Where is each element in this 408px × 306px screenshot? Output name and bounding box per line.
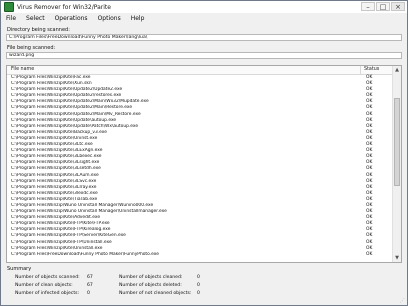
- column-separator[interactable]: [360, 66, 361, 74]
- menu-help[interactable]: Help: [126, 15, 150, 22]
- resize-grip-icon[interactable]: ⋰: [400, 298, 406, 304]
- status-cell: OK: [366, 251, 373, 257]
- directory-field: C:\Program Files\FreeDownload\Funny Phot…: [6, 34, 402, 41]
- file-label: File being scanned:: [7, 45, 56, 51]
- infected-label: Number of infected objects:: [15, 291, 80, 296]
- menu-operations[interactable]: Operations: [50, 15, 93, 22]
- vertical-scrollbar[interactable]: ▲ ▼: [392, 66, 401, 262]
- file-field: wizard.png: [6, 52, 402, 59]
- scroll-thumb[interactable]: [394, 98, 400, 186]
- table-header: File name Status: [7, 66, 394, 75]
- column-file-name[interactable]: File name: [11, 67, 34, 72]
- table-row[interactable]: C:\Program Files\FreeDownload\Funny Phot…: [7, 252, 394, 258]
- column-status[interactable]: Status: [364, 67, 379, 72]
- directory-label: Directory being scanned:: [7, 27, 70, 33]
- scan-results-table: File name Status C:\Program Files\Winzip…: [6, 65, 402, 263]
- menu-file[interactable]: File: [1, 15, 21, 22]
- app-icon: [4, 2, 14, 12]
- summary-title: Summary: [7, 266, 32, 272]
- menu-options[interactable]: Options: [93, 15, 126, 22]
- window-controls: – □ ×: [361, 2, 405, 11]
- clean-value: 67: [87, 283, 93, 288]
- menu-select[interactable]: Select: [21, 15, 50, 22]
- cleaned-value: 0: [197, 275, 200, 280]
- close-button[interactable]: ×: [391, 2, 405, 11]
- scanned-label: Number of objects scanned:: [15, 275, 80, 280]
- not-cleaned-value: 0: [197, 291, 200, 296]
- title-bar[interactable]: Virus Remover for Win32/Parite – □ ×: [1, 1, 407, 13]
- scanned-value: 67: [87, 275, 93, 280]
- window-title: Virus Remover for Win32/Parite: [17, 3, 111, 11]
- scroll-down-icon[interactable]: ▼: [393, 254, 401, 262]
- cleaned-label: Number of objects cleaned:: [119, 275, 183, 280]
- maximize-button[interactable]: □: [376, 2, 390, 11]
- deleted-value: 0: [197, 283, 200, 288]
- menu-bar: File Select Operations Options Help: [1, 13, 407, 23]
- app-window: Virus Remover for Win32/Parite – □ × Fil…: [0, 0, 408, 306]
- deleted-label: Number of objects deleted:: [119, 283, 182, 288]
- file-path-cell: C:\Program Files\FreeDownload\Funny Phot…: [11, 251, 159, 257]
- clean-label: Number of clean objects:: [15, 283, 73, 288]
- minimize-button[interactable]: –: [361, 2, 375, 11]
- table-body: C:\Program Files\Winzip\Kite\Fac.exe OK C:…: [7, 75, 394, 258]
- infected-value: 0: [87, 291, 90, 296]
- scroll-up-icon[interactable]: ▲: [393, 66, 401, 74]
- not-cleaned-label: Number of not cleaned objects:: [119, 291, 192, 296]
